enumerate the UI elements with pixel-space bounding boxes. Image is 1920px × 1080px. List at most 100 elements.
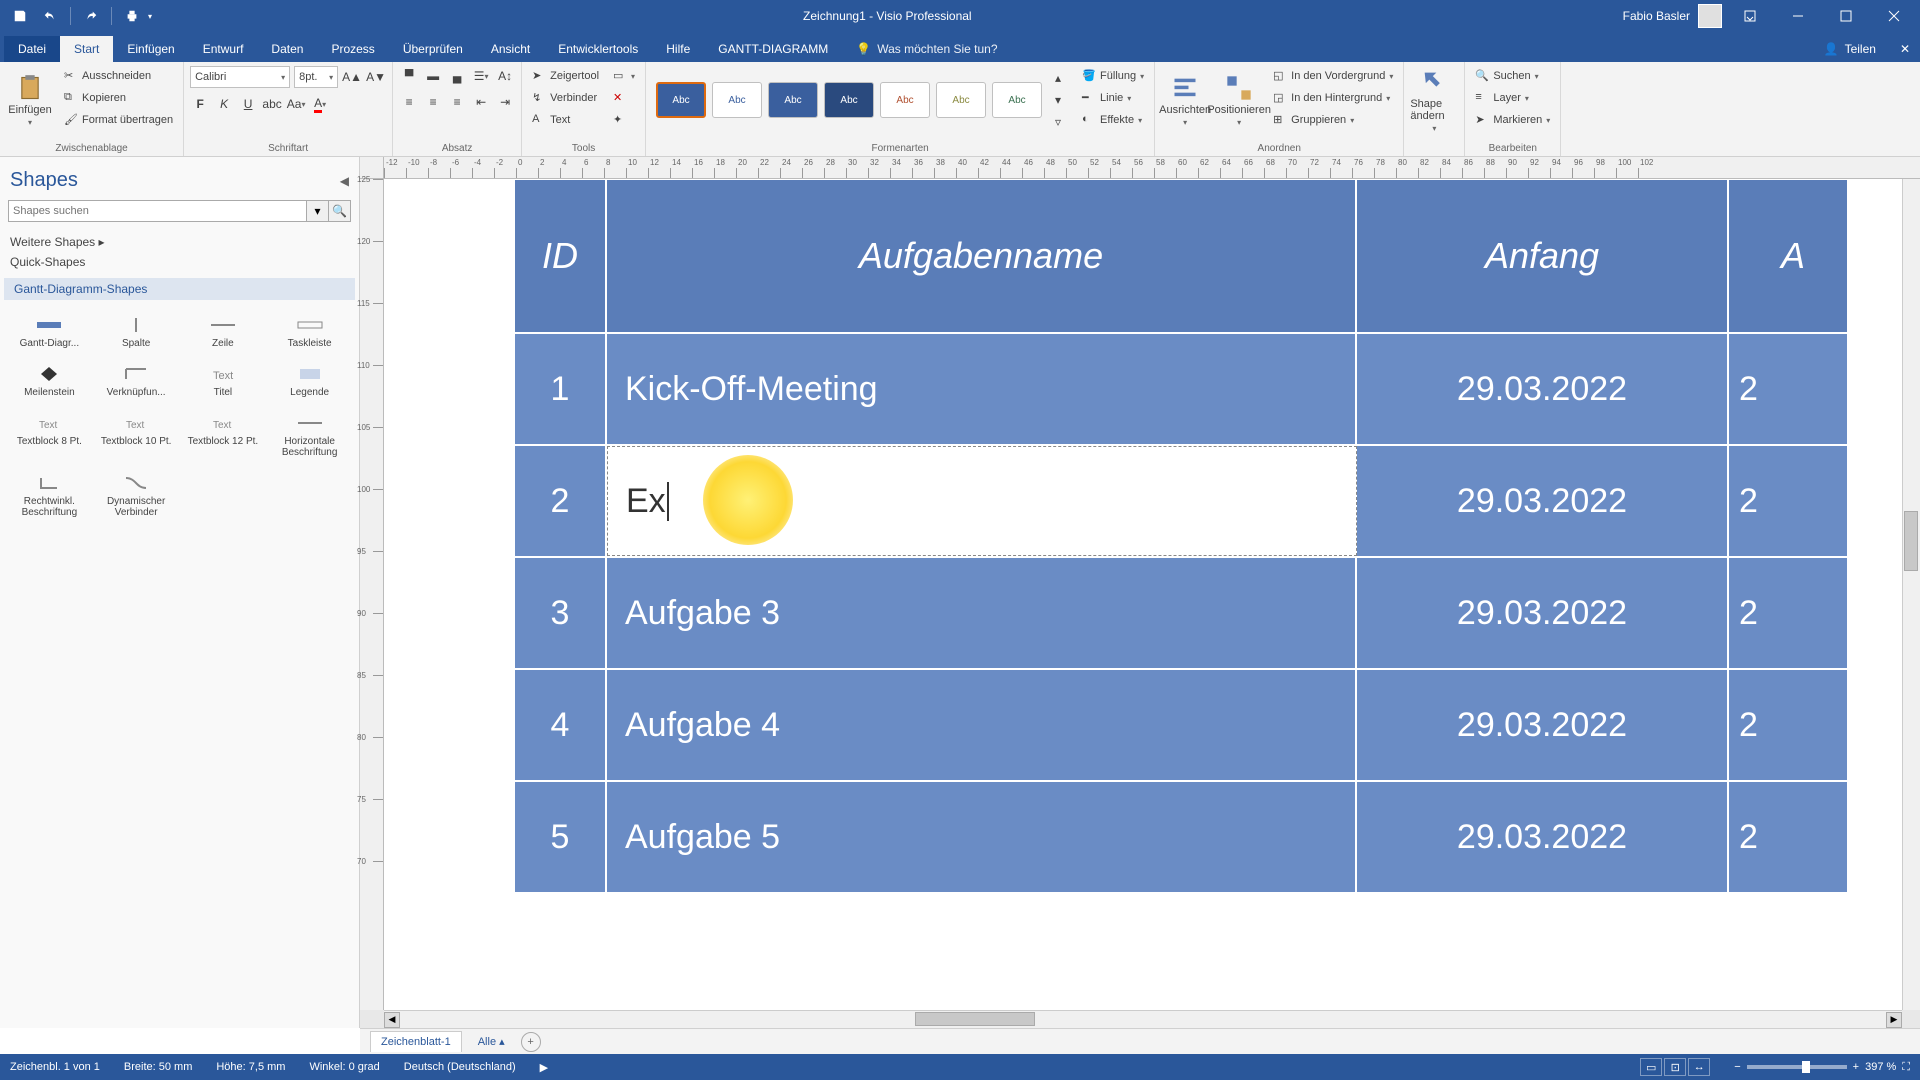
gantt-cell-extra[interactable]: 2 [1729, 558, 1849, 668]
user-account[interactable]: Fabio Basler [1623, 4, 1722, 28]
tab-view[interactable]: Ansicht [477, 36, 544, 62]
gallery-up-button[interactable]: ▴ [1048, 68, 1068, 88]
tell-me-search[interactable]: 💡 Was möchten Sie tun? [842, 36, 1011, 62]
style-swatch[interactable]: Abc [768, 82, 818, 118]
pointer-tool-button[interactable]: ➤Zeigertool [528, 66, 603, 86]
shape-stencil-item[interactable]: Gantt-Diagr... [8, 310, 91, 355]
tab-developer[interactable]: Entwicklertools [544, 36, 652, 62]
gantt-cell-extra[interactable]: 2 [1729, 782, 1849, 892]
shapes-category[interactable]: Gantt-Diagramm-Shapes [4, 278, 355, 300]
shrink-font-button[interactable]: A▼ [366, 67, 386, 87]
select-button[interactable]: ➤Markieren▾ [1471, 110, 1554, 130]
maximize-icon[interactable] [1826, 2, 1866, 30]
shape-stencil-item[interactable]: TextTextblock 8 Pt. [8, 408, 91, 464]
align-middle-button[interactable]: ▬ [423, 66, 443, 86]
style-gallery[interactable]: Abc Abc Abc Abc Abc Abc Abc ▴ ▾ ▿ [652, 66, 1072, 134]
ribbon-options-icon[interactable] [1730, 2, 1770, 30]
send-back-button[interactable]: ◲In den Hintergrund▾ [1269, 88, 1397, 108]
gantt-row[interactable]: 5Aufgabe 529.03.20222 [514, 781, 1902, 893]
shape-stencil-item[interactable]: Rechtwinkl. Beschriftung [8, 468, 91, 524]
text-tool-button[interactable]: AText [528, 110, 603, 130]
fit-window-button[interactable]: ⛶ [1902, 1061, 1910, 1074]
font-name-combo[interactable]: Calibri▾ [190, 66, 290, 88]
gantt-cell-extra[interactable]: 2 [1729, 334, 1849, 444]
shape-stencil-item[interactable]: Taskleiste [268, 310, 351, 355]
align-right-button[interactable]: ≡ [447, 92, 467, 112]
horizontal-scrollbar[interactable]: ◀ ▶ [384, 1010, 1902, 1028]
find-button[interactable]: 🔍Suchen▾ [1471, 66, 1554, 86]
tab-process[interactable]: Prozess [317, 36, 388, 62]
shapes-search-input[interactable] [8, 200, 307, 222]
strike-button[interactable]: abc [262, 94, 282, 114]
underline-button[interactable]: U [238, 94, 258, 114]
case-button[interactable]: Aa▾ [286, 94, 306, 114]
shape-stencil-item[interactable]: Spalte [95, 310, 178, 355]
align-top-button[interactable]: ▀ [399, 66, 419, 86]
gantt-row[interactable]: 2Ex29.03.20222 [514, 445, 1902, 557]
style-swatch[interactable]: Abc [656, 82, 706, 118]
gantt-row[interactable]: 4Aufgabe 429.03.20222 [514, 669, 1902, 781]
zoom-out-button[interactable]: − [1734, 1061, 1740, 1073]
gantt-cell-id[interactable]: 3 [515, 558, 607, 668]
zoom-slider[interactable] [1747, 1065, 1847, 1069]
bullets-button[interactable]: ☰▾ [471, 66, 491, 86]
indent-inc-button[interactable]: ⇥ [495, 92, 515, 112]
gantt-cell-id[interactable]: 2 [515, 446, 607, 556]
gantt-cell-start[interactable]: 29.03.2022 [1357, 334, 1729, 444]
gantt-cell-extra[interactable]: 2 [1729, 670, 1849, 780]
tab-review[interactable]: Überprüfen [389, 36, 477, 62]
shape-stencil-item[interactable]: Zeile [182, 310, 265, 355]
search-icon[interactable]: 🔍 [329, 200, 351, 222]
drawing-canvas[interactable]: ID Aufgabenname Anfang A 1Kick-Off-Meeti… [384, 179, 1902, 1010]
close-document-icon[interactable]: ✕ [1890, 36, 1920, 62]
style-swatch[interactable]: Abc [880, 82, 930, 118]
gantt-cell-start[interactable]: 29.03.2022 [1357, 782, 1729, 892]
shape-stencil-item[interactable]: Legende [268, 359, 351, 404]
gantt-row[interactable]: 1Kick-Off-Meeting29.03.20222 [514, 333, 1902, 445]
tab-file[interactable]: Datei [4, 36, 60, 62]
font-size-combo[interactable]: 8pt.▾ [294, 66, 338, 88]
print-icon[interactable] [118, 2, 146, 30]
tab-gantt[interactable]: GANTT-DIAGRAMM [704, 36, 842, 62]
gantt-row[interactable]: 3Aufgabe 329.03.20222 [514, 557, 1902, 669]
gallery-down-button[interactable]: ▾ [1048, 90, 1068, 110]
connection-point-button[interactable]: ✦ [609, 110, 639, 130]
paste-button[interactable]: Einfügen ▾ [6, 66, 54, 134]
cut-button[interactable]: ✂Ausschneiden [60, 66, 177, 86]
gantt-cell-start[interactable]: 29.03.2022 [1357, 670, 1729, 780]
indent-dec-button[interactable]: ⇤ [471, 92, 491, 112]
bring-front-button[interactable]: ◱In den Vordergrund▾ [1269, 66, 1397, 86]
style-swatch[interactable]: Abc [936, 82, 986, 118]
vertical-scrollbar[interactable] [1902, 179, 1920, 1010]
zoom-level[interactable]: 397 % [1865, 1061, 1896, 1073]
dropdown-icon[interactable]: ▾ [307, 200, 329, 222]
shape-stencil-item[interactable]: Horizontale Beschriftung [268, 408, 351, 464]
collapse-icon[interactable]: ◀ [340, 174, 349, 188]
add-sheet-button[interactable]: + [521, 1032, 541, 1052]
save-icon[interactable] [6, 2, 34, 30]
presentation-view-button[interactable]: ▭ [1640, 1058, 1662, 1076]
delete-connector-button[interactable]: ✕ [609, 88, 639, 108]
redo-icon[interactable] [77, 2, 105, 30]
gantt-cell-name[interactable]: Aufgabe 4 [607, 670, 1357, 780]
sheet-tab[interactable]: Zeichenblatt-1 [370, 1031, 462, 1052]
tab-data[interactable]: Daten [257, 36, 317, 62]
align-bottom-button[interactable]: ▄ [447, 66, 467, 86]
style-swatch[interactable]: Abc [824, 82, 874, 118]
effects-button[interactable]: ◐Effekte▾ [1078, 110, 1148, 130]
zoom-in-button[interactable]: + [1853, 1061, 1859, 1073]
align-left-button[interactable]: ≡ [399, 92, 419, 112]
gantt-cell-start[interactable]: 29.03.2022 [1357, 558, 1729, 668]
macro-icon[interactable]: ▶ [540, 1061, 548, 1074]
gallery-more-button[interactable]: ▿ [1048, 112, 1068, 132]
scroll-thumb[interactable] [915, 1012, 1035, 1026]
tab-help[interactable]: Hilfe [652, 36, 704, 62]
tab-start[interactable]: Start [60, 36, 113, 62]
gantt-cell-id[interactable]: 4 [515, 670, 607, 780]
share-button[interactable]: 👤 Teilen [1810, 36, 1890, 62]
position-button[interactable]: Positionieren▾ [1215, 66, 1263, 134]
gantt-chart[interactable]: ID Aufgabenname Anfang A 1Kick-Off-Meeti… [514, 179, 1902, 893]
tab-design[interactable]: Entwurf [189, 36, 258, 62]
align-center-button[interactable]: ≡ [423, 92, 443, 112]
change-shape-button[interactable]: Shape ändern▾ [1410, 66, 1458, 134]
